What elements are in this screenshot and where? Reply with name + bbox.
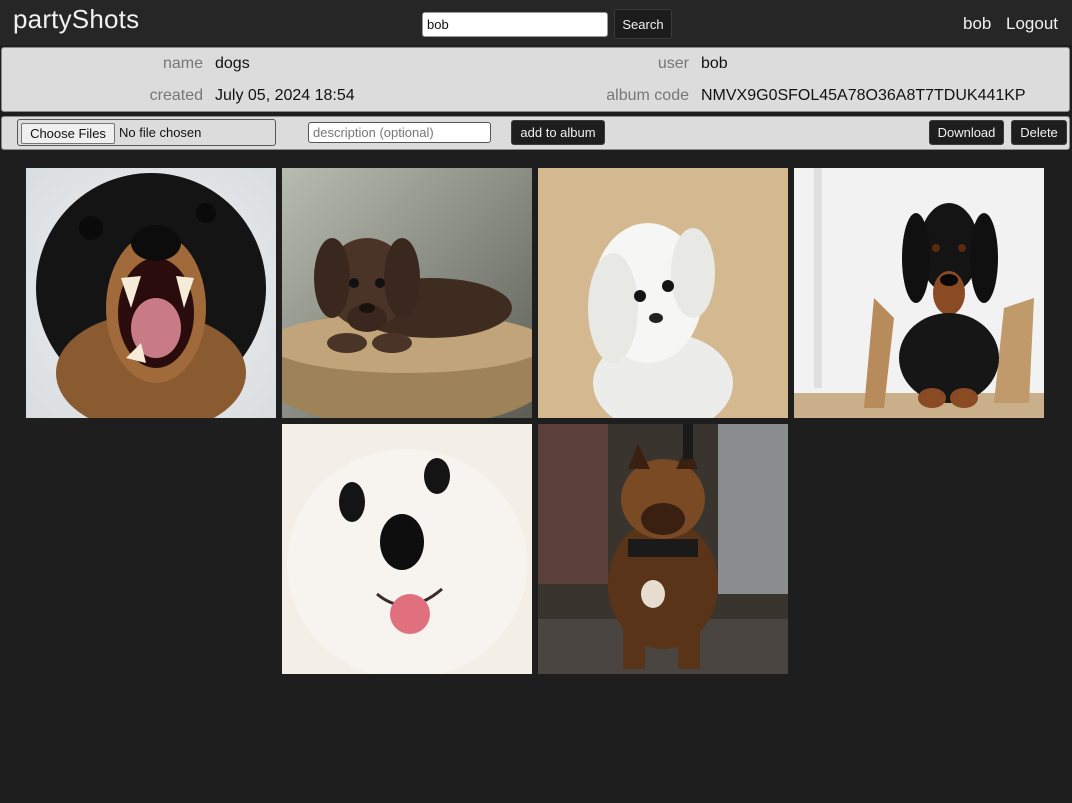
search-input[interactable]: [422, 12, 608, 37]
album-created-value: July 05, 2024 18:54: [215, 87, 355, 104]
nav-username[interactable]: bob: [963, 14, 991, 34]
photo-thumbnail-dachshund[interactable]: [794, 168, 1044, 418]
choose-files-button[interactable]: Choose Files: [21, 123, 115, 144]
photo-thumbnail-labrador-puppy[interactable]: [282, 168, 532, 418]
album-name-value: dogs: [215, 55, 250, 72]
album-name-label: name: [162, 55, 203, 72]
upload-toolbar: Choose Files No file chosen add to album…: [1, 116, 1070, 150]
download-button[interactable]: Download: [929, 120, 1004, 145]
album-user-value: bob: [701, 55, 728, 72]
file-status-text: No file chosen: [119, 125, 202, 140]
search-button[interactable]: Search: [614, 9, 672, 39]
album-code-value: NMVX9G0SFOL45A78O36A8T7TDUK441KP: [701, 87, 1026, 104]
album-info-panel: name dogs created July 05, 2024 18:54 us…: [1, 47, 1070, 112]
photo-thumbnail-chihuahua[interactable]: [26, 168, 276, 418]
file-input[interactable]: Choose Files No file chosen: [17, 119, 276, 146]
add-to-album-button[interactable]: add to album: [511, 120, 605, 145]
description-input[interactable]: [308, 122, 491, 143]
album-created-label: created: [149, 87, 203, 104]
photo-thumbnail-pitbull[interactable]: [538, 424, 788, 674]
album-code-label: album code: [606, 87, 689, 104]
logout-link[interactable]: Logout: [1006, 14, 1058, 34]
delete-button[interactable]: Delete: [1011, 120, 1067, 145]
album-user-label: user: [657, 55, 689, 72]
brand-logo[interactable]: partyShots: [13, 4, 139, 35]
photo-thumbnail-maltese[interactable]: [538, 168, 788, 418]
top-nav-bar: partyShots Search bob Logout: [0, 0, 1072, 45]
photo-thumbnail-pomeranian[interactable]: [282, 424, 532, 674]
